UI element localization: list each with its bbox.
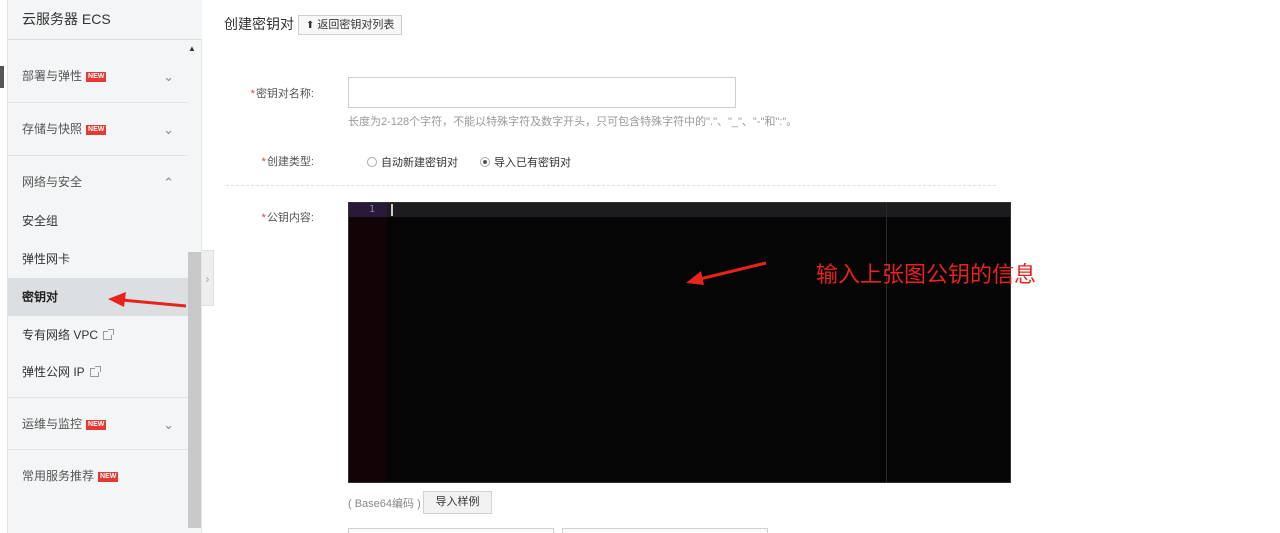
annotation-arrow-sidebar (108, 292, 187, 308)
annotation-text: 输入上张图公钥的信息 (816, 263, 1037, 288)
annotation-arrows (108, 261, 767, 308)
annotation-arrow-editor (686, 261, 767, 285)
